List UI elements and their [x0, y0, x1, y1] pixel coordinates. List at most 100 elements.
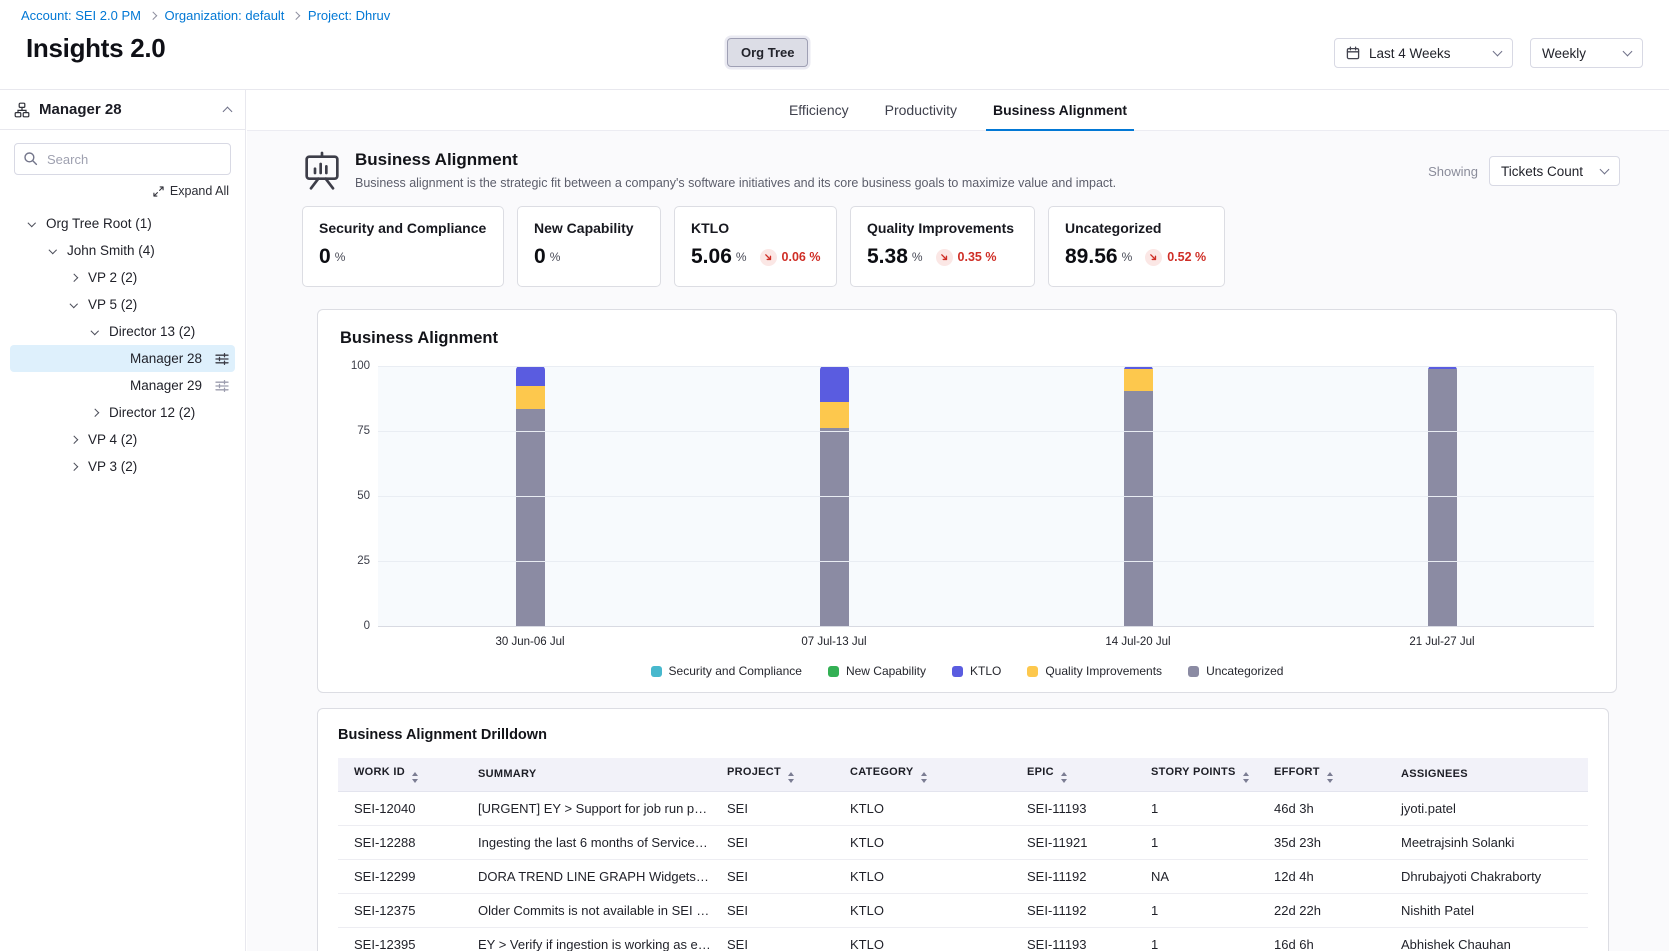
- kpi-title: New Capability: [534, 220, 644, 236]
- legend-item-new-capability[interactable]: New Capability: [828, 664, 926, 678]
- legend-item-ktlo[interactable]: KTLO: [952, 664, 1001, 678]
- tree-row-label: Manager 28: [130, 351, 202, 366]
- tree-row-vp-4-2-[interactable]: VP 4 (2): [10, 426, 235, 453]
- table-cell: 46d 3h: [1258, 791, 1385, 825]
- chart-legend: Security and Compliance New Capability KTL…: [340, 664, 1594, 678]
- table-cell: Meetrajsinh Solanki: [1385, 825, 1588, 859]
- column-header-project[interactable]: PROJECT: [711, 758, 834, 791]
- chevron-right-icon[interactable]: [66, 464, 82, 470]
- main-panel: EfficiencyProductivityBusiness Alignment…: [247, 90, 1669, 951]
- breadcrumb-link[interactable]: Organization: default: [164, 8, 284, 23]
- tree-row-manager-29[interactable]: Manager 29: [10, 372, 235, 399]
- tree-row-org-tree-root-1-[interactable]: Org Tree Root (1): [10, 210, 235, 237]
- kpi-unit: %: [736, 250, 747, 264]
- granularity-select[interactable]: Weekly: [1530, 38, 1643, 68]
- legend-swatch: [952, 666, 963, 677]
- kpi-trend-value: 0.06 %: [782, 250, 821, 264]
- column-header-story-points[interactable]: STORY POINTS: [1135, 758, 1258, 791]
- tree-row-label: Manager 29: [130, 378, 202, 393]
- chevron-right-icon: [292, 12, 300, 20]
- legend-item-uncategorized[interactable]: Uncategorized: [1188, 664, 1283, 678]
- table-cell: Dhrubajyoti Chakraborty: [1385, 859, 1588, 893]
- kpi-trend: 0.52 %: [1145, 249, 1206, 266]
- content-area: Business Alignment Business alignment is…: [247, 131, 1669, 951]
- chevron-down-icon[interactable]: [87, 330, 103, 334]
- kpi-trend: 0.35 %: [936, 249, 997, 266]
- chevron-right-icon[interactable]: [87, 410, 103, 416]
- filter-sliders-icon[interactable]: [215, 352, 229, 366]
- table-cell: jyoti.patel: [1385, 791, 1588, 825]
- tree-row-manager-28[interactable]: Manager 28: [10, 345, 235, 372]
- column-header-category[interactable]: CATEGORY: [834, 758, 1011, 791]
- chevron-right-icon[interactable]: [66, 275, 82, 281]
- breadcrumb-link[interactable]: Project: Dhruv: [308, 8, 390, 23]
- org-tree-button[interactable]: Org Tree: [727, 38, 808, 67]
- search-input[interactable]: [14, 143, 231, 175]
- presentation-chart-icon: [302, 151, 342, 191]
- legend-item-security-and-compliance[interactable]: Security and Compliance: [651, 664, 802, 678]
- arrow-down-right-icon: [1145, 249, 1162, 266]
- chevron-down-icon[interactable]: [45, 249, 61, 253]
- gridline: [378, 626, 1594, 627]
- table-cell: SEI-12299: [338, 859, 462, 893]
- kpi-unit: %: [912, 250, 923, 264]
- column-header-work-id[interactable]: WORK ID: [338, 758, 462, 791]
- table-row[interactable]: SEI-12299DORA TREND LINE GRAPH Widgets i…: [338, 859, 1588, 893]
- table-row[interactable]: SEI-12288Ingesting the last 6 months of …: [338, 825, 1588, 859]
- chevron-right-icon[interactable]: [66, 437, 82, 443]
- tree-row-director-13-2-[interactable]: Director 13 (2): [10, 318, 235, 345]
- date-range-select[interactable]: Last 4 Weeks: [1334, 38, 1513, 68]
- x-axis-label: 14 Jul-20 Jul: [986, 636, 1290, 648]
- tree-row-vp-5-2-[interactable]: VP 5 (2): [10, 291, 235, 318]
- tab-business-alignment[interactable]: Business Alignment: [993, 90, 1127, 130]
- chevron-down-icon[interactable]: [66, 303, 82, 307]
- table-cell: 22d 22h: [1258, 893, 1385, 927]
- table-row[interactable]: SEI-12040[URGENT] EY > Support for job r…: [338, 791, 1588, 825]
- column-header-epic[interactable]: EPIC: [1011, 758, 1135, 791]
- kpi-title: Quality Improvements: [867, 220, 1018, 236]
- sort-icon[interactable]: [412, 772, 418, 783]
- breadcrumb-link[interactable]: Account: SEI 2.0 PM: [21, 8, 141, 23]
- legend-label: Quality Improvements: [1045, 664, 1162, 678]
- tree-row-john-smith-4-[interactable]: John Smith (4): [10, 237, 235, 264]
- column-header-summary: SUMMARY: [462, 758, 711, 791]
- tree-row-director-12-2-[interactable]: Director 12 (2): [10, 399, 235, 426]
- expand-all-button[interactable]: Expand All: [16, 184, 229, 198]
- chevron-right-icon: [149, 12, 157, 20]
- kpi-value: 89.56: [1065, 245, 1118, 269]
- arrow-down-right-icon: [936, 249, 953, 266]
- sort-icon[interactable]: [788, 772, 794, 783]
- kpi-unit: %: [335, 250, 346, 264]
- sort-icon[interactable]: [1243, 772, 1249, 783]
- showing-select[interactable]: Tickets Count: [1489, 156, 1620, 186]
- chevron-up-icon[interactable]: [223, 106, 233, 116]
- tree-row-vp-3-2-[interactable]: VP 3 (2): [10, 453, 235, 480]
- kpi-value: 5.06: [691, 245, 732, 269]
- legend-item-quality-improvements[interactable]: Quality Improvements: [1027, 664, 1162, 678]
- table-row[interactable]: SEI-12395EY > Verify if ingestion is wor…: [338, 927, 1588, 951]
- tab-productivity[interactable]: Productivity: [885, 90, 957, 130]
- sort-icon[interactable]: [1061, 772, 1067, 783]
- legend-label: New Capability: [846, 664, 926, 678]
- tree-row-label: VP 2 (2): [88, 270, 137, 285]
- kpi-title: Uncategorized: [1065, 220, 1208, 236]
- filter-sliders-icon[interactable]: [215, 379, 229, 393]
- table-row[interactable]: SEI-12375Older Commits is not available …: [338, 893, 1588, 927]
- legend-swatch: [1027, 666, 1038, 677]
- kpi-unit: %: [1122, 250, 1133, 264]
- drilldown-title: Business Alignment Drilldown: [338, 727, 1588, 743]
- gridline: [378, 366, 1594, 367]
- table-cell: SEI-11193: [1011, 791, 1135, 825]
- bar-segment-quality-improvements: [820, 402, 849, 428]
- expand-diagonal-icon: [153, 186, 164, 197]
- kpi-row: Security and Compliance0%New Capability0…: [302, 206, 1669, 287]
- sort-icon[interactable]: [1327, 772, 1333, 783]
- chevron-down-icon[interactable]: [24, 222, 40, 226]
- kpi-trend-value: 0.35 %: [958, 250, 997, 264]
- tree-row-vp-2-2-[interactable]: VP 2 (2): [10, 264, 235, 291]
- org-tree-sidebar: Manager 28 Expand All Org Tree Root (1)J…: [0, 90, 246, 951]
- sort-icon[interactable]: [921, 772, 927, 783]
- tab-efficiency[interactable]: Efficiency: [789, 90, 849, 130]
- tree-row-label: Director 12 (2): [109, 405, 195, 420]
- column-header-effort[interactable]: EFFORT: [1258, 758, 1385, 791]
